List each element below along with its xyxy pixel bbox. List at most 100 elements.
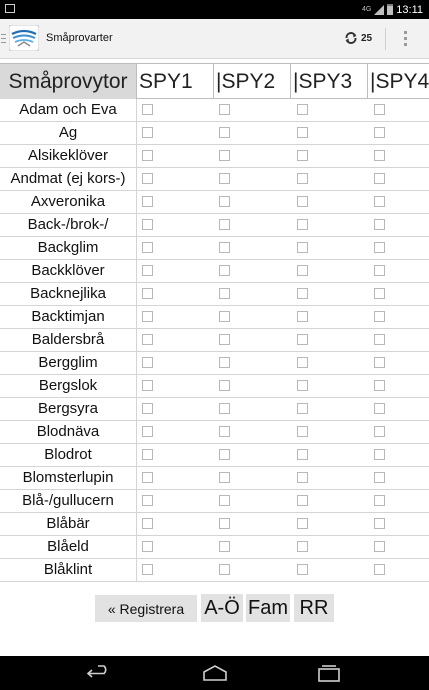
rr-button[interactable]: RR — [294, 594, 334, 622]
spy4-checkbox[interactable] — [374, 127, 385, 138]
spy3-checkbox[interactable] — [297, 426, 308, 437]
spy4-checkbox[interactable] — [374, 265, 385, 276]
spy3-checkbox[interactable] — [297, 334, 308, 345]
spy1-checkbox[interactable] — [142, 173, 153, 184]
spy4-checkbox[interactable] — [374, 518, 385, 529]
spy4-checkbox[interactable] — [374, 219, 385, 230]
spy1-checkbox[interactable] — [142, 334, 153, 345]
spy4-checkbox[interactable] — [374, 311, 385, 322]
spy3-checkbox[interactable] — [297, 357, 308, 368]
sort-alphabetical-button[interactable]: A-Ö — [201, 594, 243, 622]
spy3-checkbox[interactable] — [297, 127, 308, 138]
spy4-checkbox[interactable] — [374, 472, 385, 483]
species-name: Back-/brok-/ — [0, 214, 137, 236]
spy1-checkbox[interactable] — [142, 495, 153, 506]
spy2-checkbox[interactable] — [219, 564, 230, 575]
spy1-checkbox[interactable] — [142, 196, 153, 207]
spy1-checkbox[interactable] — [142, 288, 153, 299]
spy4-checkbox[interactable] — [374, 449, 385, 460]
spy1-checkbox[interactable] — [142, 127, 153, 138]
spy2-checkbox[interactable] — [219, 311, 230, 322]
spy3-checkbox[interactable] — [297, 242, 308, 253]
spy3-checkbox[interactable] — [297, 403, 308, 414]
spy3-checkbox[interactable] — [297, 288, 308, 299]
spy4-checkbox[interactable] — [374, 541, 385, 552]
spy2-checkbox[interactable] — [219, 150, 230, 161]
header-spy4: |SPY4 — [370, 70, 429, 93]
spy2-checkbox[interactable] — [219, 104, 230, 115]
spy2-checkbox[interactable] — [219, 127, 230, 138]
spy3-checkbox[interactable] — [297, 196, 308, 207]
spy4-checkbox[interactable] — [374, 426, 385, 437]
table-row: Back-/brok-/ — [0, 214, 429, 237]
spy3-checkbox[interactable] — [297, 472, 308, 483]
spy1-checkbox[interactable] — [142, 150, 153, 161]
species-table[interactable]: Småprovytor SPY1 |SPY2 |SPY3 |SPY4 Adam … — [0, 63, 429, 582]
spy4-checkbox[interactable] — [374, 150, 385, 161]
spy4-checkbox[interactable] — [374, 495, 385, 506]
spy3-checkbox[interactable] — [297, 518, 308, 529]
spy4-checkbox[interactable] — [374, 242, 385, 253]
spy4-checkbox[interactable] — [374, 334, 385, 345]
spy3-checkbox[interactable] — [297, 449, 308, 460]
spy2-checkbox[interactable] — [219, 472, 230, 483]
spy1-checkbox[interactable] — [142, 403, 153, 414]
app-logo-icon[interactable] — [9, 25, 39, 51]
spy1-checkbox[interactable] — [142, 357, 153, 368]
spy1-checkbox[interactable] — [142, 518, 153, 529]
spy3-checkbox[interactable] — [297, 265, 308, 276]
spy1-checkbox[interactable] — [142, 426, 153, 437]
spy3-checkbox[interactable] — [297, 311, 308, 322]
overflow-menu-icon[interactable] — [404, 31, 407, 46]
spy4-checkbox[interactable] — [374, 288, 385, 299]
spy4-checkbox[interactable] — [374, 357, 385, 368]
spy2-checkbox[interactable] — [219, 449, 230, 460]
drawer-indicator-icon[interactable] — [1, 34, 6, 44]
spy1-checkbox[interactable] — [142, 380, 153, 391]
spy3-checkbox[interactable] — [297, 495, 308, 506]
spy2-checkbox[interactable] — [219, 495, 230, 506]
spy4-checkbox[interactable] — [374, 564, 385, 575]
spy3-checkbox[interactable] — [297, 564, 308, 575]
spy3-checkbox[interactable] — [297, 150, 308, 161]
register-button[interactable]: « Registrera — [95, 595, 197, 622]
sort-family-button[interactable]: Fam — [246, 594, 290, 622]
sync-button[interactable]: 25 — [344, 31, 372, 45]
spy2-checkbox[interactable] — [219, 541, 230, 552]
home-icon[interactable] — [201, 664, 229, 682]
battery-icon — [387, 4, 394, 15]
spy3-checkbox[interactable] — [297, 541, 308, 552]
recents-icon[interactable] — [316, 664, 342, 682]
spy1-checkbox[interactable] — [142, 104, 153, 115]
back-icon[interactable] — [86, 664, 112, 682]
spy4-checkbox[interactable] — [374, 403, 385, 414]
spy2-checkbox[interactable] — [219, 380, 230, 391]
spy3-checkbox[interactable] — [297, 219, 308, 230]
spy1-checkbox[interactable] — [142, 265, 153, 276]
spy4-checkbox[interactable] — [374, 104, 385, 115]
spy2-checkbox[interactable] — [219, 173, 230, 184]
spy4-checkbox[interactable] — [374, 380, 385, 391]
spy3-checkbox[interactable] — [297, 104, 308, 115]
spy4-checkbox[interactable] — [374, 173, 385, 184]
spy3-checkbox[interactable] — [297, 173, 308, 184]
spy2-checkbox[interactable] — [219, 219, 230, 230]
spy1-checkbox[interactable] — [142, 311, 153, 322]
spy2-checkbox[interactable] — [219, 357, 230, 368]
spy2-checkbox[interactable] — [219, 265, 230, 276]
spy4-checkbox[interactable] — [374, 196, 385, 207]
spy1-checkbox[interactable] — [142, 472, 153, 483]
spy2-checkbox[interactable] — [219, 242, 230, 253]
spy2-checkbox[interactable] — [219, 426, 230, 437]
spy1-checkbox[interactable] — [142, 242, 153, 253]
spy1-checkbox[interactable] — [142, 219, 153, 230]
spy2-checkbox[interactable] — [219, 196, 230, 207]
spy1-checkbox[interactable] — [142, 541, 153, 552]
spy3-checkbox[interactable] — [297, 380, 308, 391]
spy2-checkbox[interactable] — [219, 334, 230, 345]
spy2-checkbox[interactable] — [219, 288, 230, 299]
spy2-checkbox[interactable] — [219, 403, 230, 414]
spy1-checkbox[interactable] — [142, 564, 153, 575]
spy1-checkbox[interactable] — [142, 449, 153, 460]
spy2-checkbox[interactable] — [219, 518, 230, 529]
